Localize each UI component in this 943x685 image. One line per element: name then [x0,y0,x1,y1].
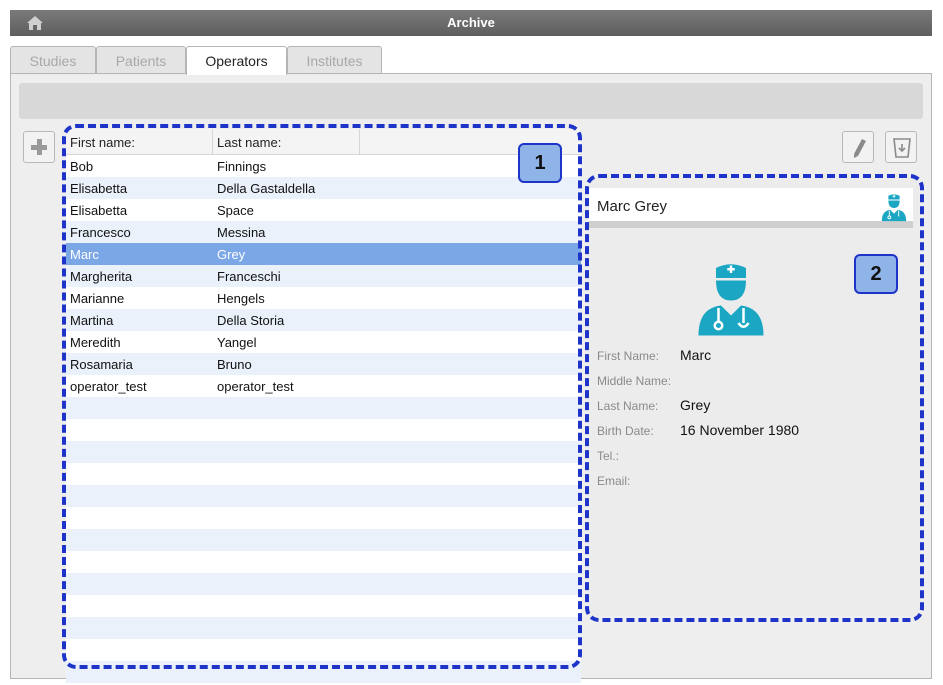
empty-row [66,419,581,441]
doctor-avatar-icon [698,264,764,336]
search-bar[interactable] [19,83,923,119]
list-row[interactable]: Meredith Yangel [66,331,581,353]
empty-row [66,485,581,507]
column-first-name[interactable]: First name: [70,135,135,150]
column-last-name[interactable]: Last name: [217,135,281,150]
edit-button[interactable] [842,131,874,163]
window-titlebar: Archive [10,10,932,36]
tab-operators[interactable]: Operators [186,46,287,75]
list-header: First name: Last name: [66,129,581,155]
birth-date-value: 16 November 1980 [680,422,800,438]
tel-label: Tel.: [597,449,620,463]
annotation-badge-2: 2 [854,254,898,294]
empty-row [66,507,581,529]
empty-row [66,441,581,463]
list-row[interactable]: Elisabetta Della Gastaldella [66,177,581,199]
empty-row [66,595,581,617]
empty-row [66,573,581,595]
last-name-value: Grey [680,397,711,413]
list-row[interactable]: Francesco Messina [66,221,581,243]
operator-details-panel: Marc Grey First Name: Marc Middle Name: … [589,178,919,616]
list-row[interactable]: Margherita Franceschi [66,265,581,287]
empty-row [66,397,581,419]
empty-row [66,639,581,661]
list-rows: Bob Finnings Elisabetta Della Gastaldella … [66,155,581,683]
list-row[interactable]: Bob Finnings [66,155,581,177]
middle-name-label: Middle Name: [597,374,672,388]
last-name-label: Last Name: [597,399,659,413]
list-row[interactable]: Elisabetta Space [66,199,581,221]
operators-list: First name: Last name: Bob Finnings Elisa… [66,129,581,683]
list-row[interactable]: Marianne Hengels [66,287,581,309]
pencil-icon [854,139,866,158]
list-row[interactable]: operator_test operator_test [66,375,581,397]
email-label: Email: [597,474,631,488]
tab-studies[interactable]: Studies [10,46,96,74]
empty-row [66,661,581,683]
empty-row [66,617,581,639]
trash-icon [893,138,911,158]
annotation-badge-1: 1 [518,143,562,183]
first-name-label: First Name: [597,349,660,363]
list-row[interactable]: Rosamaria Bruno [66,353,581,375]
birth-date-label: Birth Date: [597,424,654,438]
list-row-selected[interactable]: Marc Grey [66,243,581,265]
doctor-icon [881,194,907,222]
tab-institutes[interactable]: Institutes [287,46,382,74]
empty-row [66,529,581,551]
empty-row [66,551,581,573]
tab-patients[interactable]: Patients [96,46,186,74]
first-name-value: Marc [680,347,712,363]
details-header: Marc Grey [589,188,913,228]
list-row[interactable]: Martina Della Storia [66,309,581,331]
window-title: Archive [447,15,495,30]
delete-button[interactable] [885,131,917,163]
home-icon[interactable] [26,14,44,32]
details-title: Marc Grey [597,198,668,215]
empty-row [66,463,581,485]
add-operator-button[interactable] [23,131,55,163]
